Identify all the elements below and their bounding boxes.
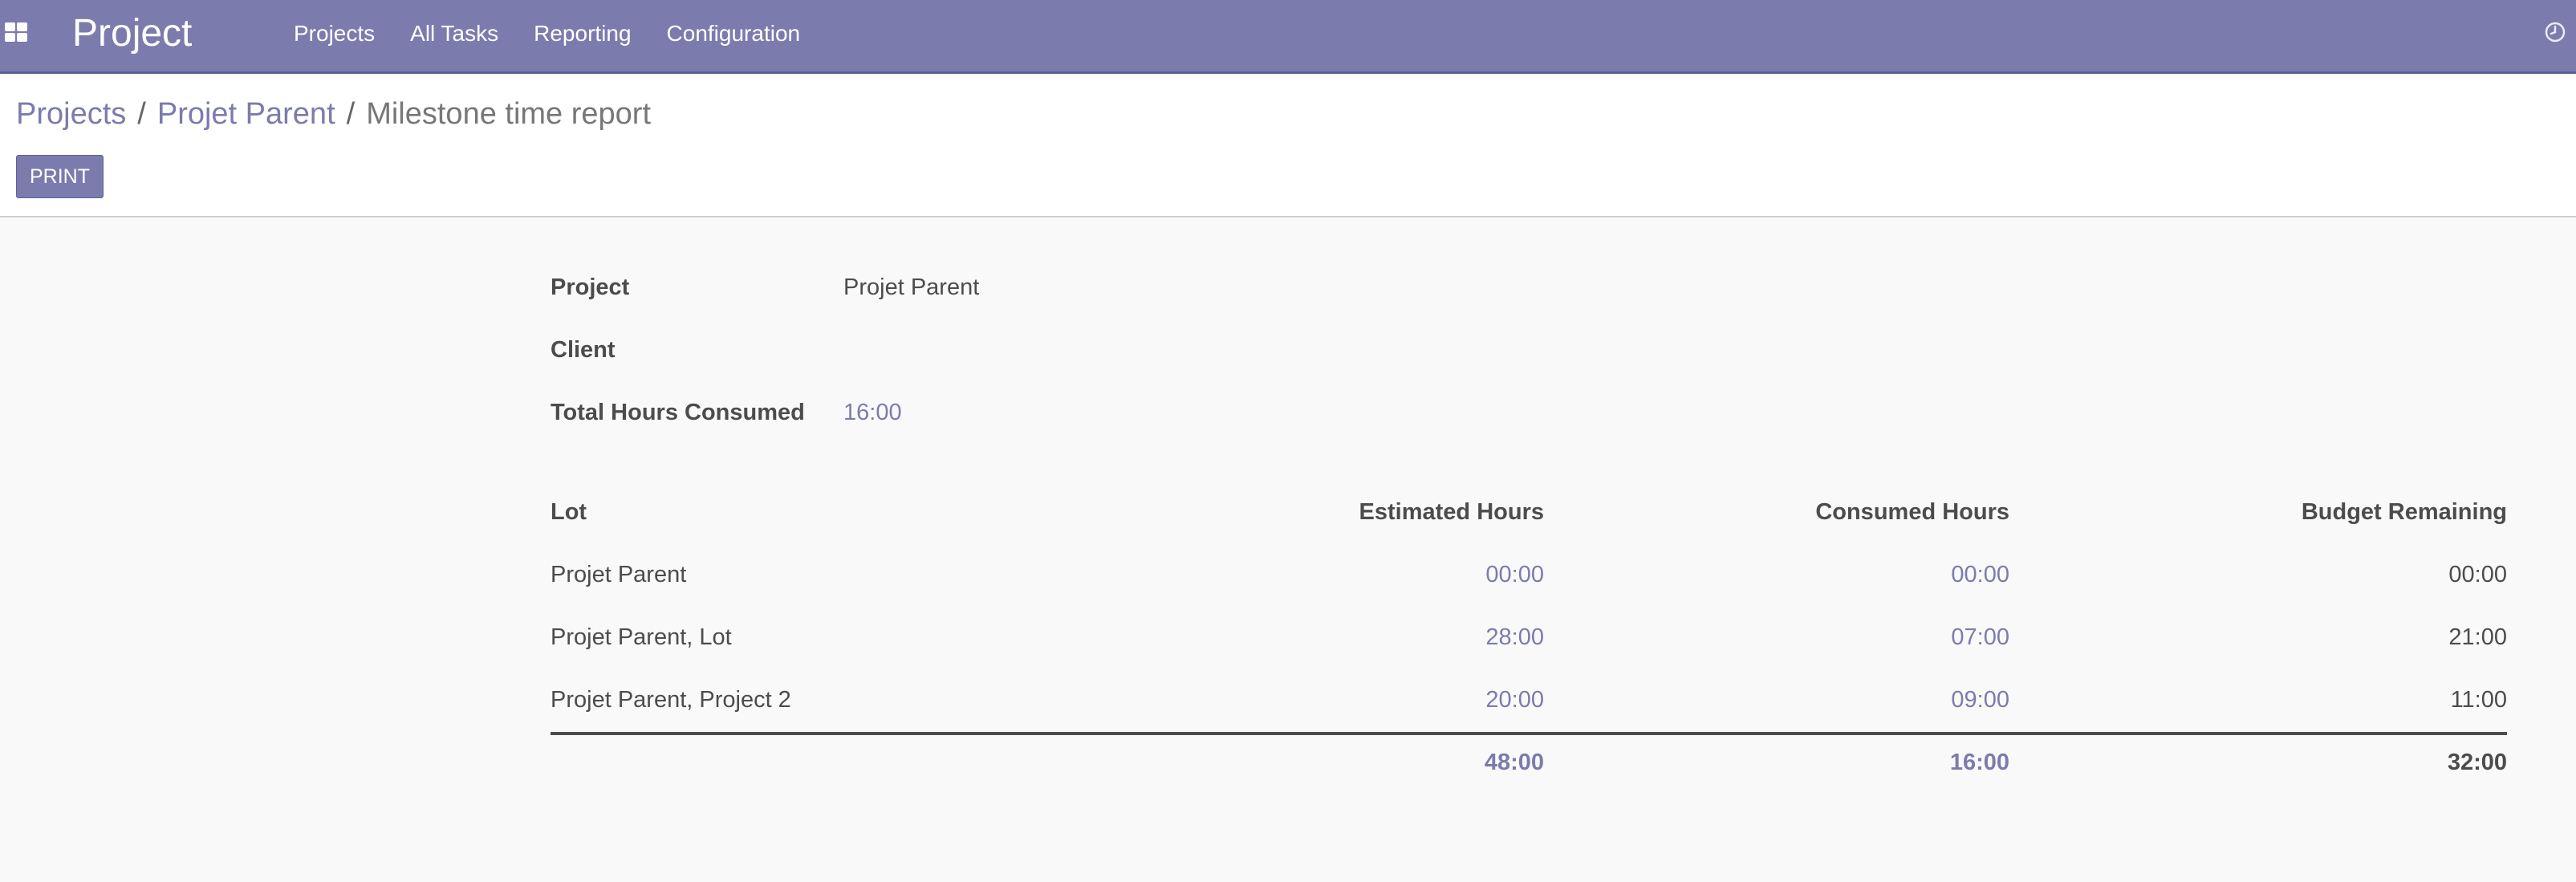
field-label-project: Project — [551, 274, 630, 300]
column-header-budget-remaining: Budget Remaining — [2301, 499, 2507, 525]
table-row: Projet Parent, Project 2 20:00 09:00 11:… — [551, 669, 2507, 732]
breadcrumb-separator: / — [346, 97, 356, 131]
total-budget-remaining: 32:00 — [2447, 750, 2507, 775]
cell-consumed-hours[interactable]: 07:00 — [1951, 624, 2009, 651]
cell-estimated-hours[interactable]: 00:00 — [1485, 562, 1544, 588]
print-button[interactable]: PRINT — [16, 155, 104, 198]
table-row: Projet Parent 00:00 00:00 00:00 — [551, 544, 2507, 607]
cell-estimated-hours[interactable]: 20:00 — [1485, 687, 1544, 713]
milestone-report: Project Projet Parent Client Total Hours… — [551, 257, 2507, 775]
field-value-total-hours[interactable]: 16:00 — [843, 400, 902, 426]
field-project: Project Projet Parent — [551, 257, 2507, 319]
breadcrumb-current: Milestone time report — [366, 97, 652, 131]
control-panel: Projects / Projet Parent / Milestone time re… — [0, 76, 2576, 217]
cell-estimated-hours[interactable]: 28:00 — [1485, 624, 1544, 651]
cell-budget-remaining: 11:00 — [2450, 687, 2507, 713]
breadcrumb: Projects / Projet Parent / Milestone time re… — [16, 94, 651, 134]
main-menu: Projects All Tasks Reporting Configurati… — [294, 18, 818, 50]
menu-item-projects[interactable]: Projects — [294, 18, 392, 50]
app-title[interactable]: Project — [72, 10, 192, 58]
field-label-client: Client — [551, 337, 616, 363]
column-header-consumed-hours: Consumed Hours — [1815, 499, 2009, 525]
menu-item-configuration[interactable]: Configuration — [649, 18, 819, 50]
top-navbar: Project Projects All Tasks Reporting Con… — [0, 0, 2576, 74]
clock-icon[interactable] — [2544, 21, 2566, 43]
column-header-lot: Lot — [551, 499, 587, 525]
field-value-project: Projet Parent — [843, 274, 980, 300]
apps-grid-icon[interactable] — [5, 22, 29, 43]
table-total-row: 48:00 16:00 32:00 — [551, 732, 2507, 795]
table-header-row: Lot Estimated Hours Consumed Hours Budge… — [551, 482, 2507, 544]
cell-consumed-hours[interactable]: 00:00 — [1951, 562, 2009, 588]
breadcrumb-projet-parent[interactable]: Projet Parent — [157, 97, 335, 131]
breadcrumb-projects[interactable]: Projects — [16, 97, 126, 131]
field-client: Client — [551, 319, 2507, 382]
cell-budget-remaining: 00:00 — [2448, 562, 2507, 587]
cell-lot: Projet Parent, Project 2 — [551, 687, 791, 713]
menu-item-all-tasks[interactable]: All Tasks — [392, 18, 516, 50]
field-total-hours: Total Hours Consumed 16:00 — [551, 382, 2507, 445]
lots-table: Lot Estimated Hours Consumed Hours Budge… — [551, 482, 2507, 795]
cell-lot: Projet Parent — [551, 562, 687, 587]
cell-budget-remaining: 21:00 — [2448, 624, 2507, 650]
cell-consumed-hours[interactable]: 09:00 — [1951, 687, 2009, 713]
total-consumed-hours[interactable]: 16:00 — [1950, 750, 2009, 776]
field-label-total-hours: Total Hours Consumed — [551, 400, 805, 425]
total-estimated-hours[interactable]: 48:00 — [1485, 750, 1544, 776]
menu-item-reporting[interactable]: Reporting — [516, 18, 648, 50]
column-header-estimated-hours: Estimated Hours — [1359, 499, 1544, 525]
cell-lot: Projet Parent, Lot — [551, 624, 732, 650]
table-row: Projet Parent, Lot 28:00 07:00 21:00 — [551, 607, 2507, 669]
breadcrumb-separator: / — [137, 97, 146, 131]
